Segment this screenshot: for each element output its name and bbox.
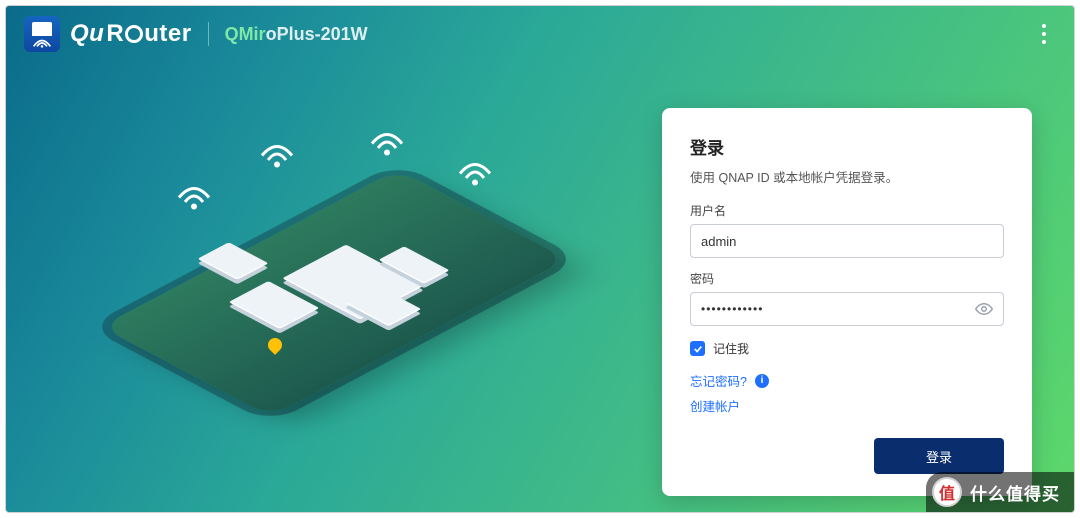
model-prefix: QMir [225,24,266,44]
wifi-icon [176,185,212,213]
header-divider [208,22,209,46]
device-model: QMiroPlus-201W [225,24,368,45]
username-input[interactable] [701,234,993,249]
login-card: 登录 使用 QNAP ID 或本地帐户凭据登录。 用户名 密码 ••••••••… [662,108,1032,496]
password-input-wrap[interactable]: •••••••••••• [690,292,1004,326]
hero-illustration [6,58,662,512]
forgot-password-link[interactable]: 忘记密码? [690,371,747,390]
password-input[interactable]: •••••••••••• [701,302,975,316]
brand-wordmark: QuRuter [70,20,192,48]
password-label: 密码 [690,270,1004,287]
show-password-icon[interactable] [975,300,993,318]
wifi-icon [457,161,493,189]
main-area: 登录 使用 QNAP ID 或本地帐户凭据登录。 用户名 密码 ••••••••… [6,58,1074,512]
header-bar: QuRuter QMiroPlus-201W [6,6,1074,58]
wifi-icon [259,143,295,171]
app-frame: QuRuter QMiroPlus-201W [5,5,1075,513]
remember-checkbox[interactable] [690,341,705,356]
remember-row: 记住我 [690,340,1004,357]
watermark-icon: 值 [932,477,962,507]
remember-label: 记住我 [713,340,749,357]
login-subtitle: 使用 QNAP ID 或本地帐户凭据登录。 [690,167,1004,186]
more-menu-icon[interactable] [1032,22,1056,46]
login-button[interactable]: 登录 [874,438,1004,474]
watermark-badge: 值 什么值得买 [926,472,1074,512]
model-suffix: oPlus-201W [266,24,368,44]
brand-logo-icon [24,16,60,52]
info-icon[interactable]: i [755,374,769,388]
create-account-link[interactable]: 创建帐户 [690,396,740,415]
username-label: 用户名 [690,202,1004,219]
username-input-wrap[interactable] [690,224,1004,258]
watermark-text: 什么值得买 [970,480,1060,505]
wifi-icon [369,131,405,159]
login-title: 登录 [690,134,1004,159]
